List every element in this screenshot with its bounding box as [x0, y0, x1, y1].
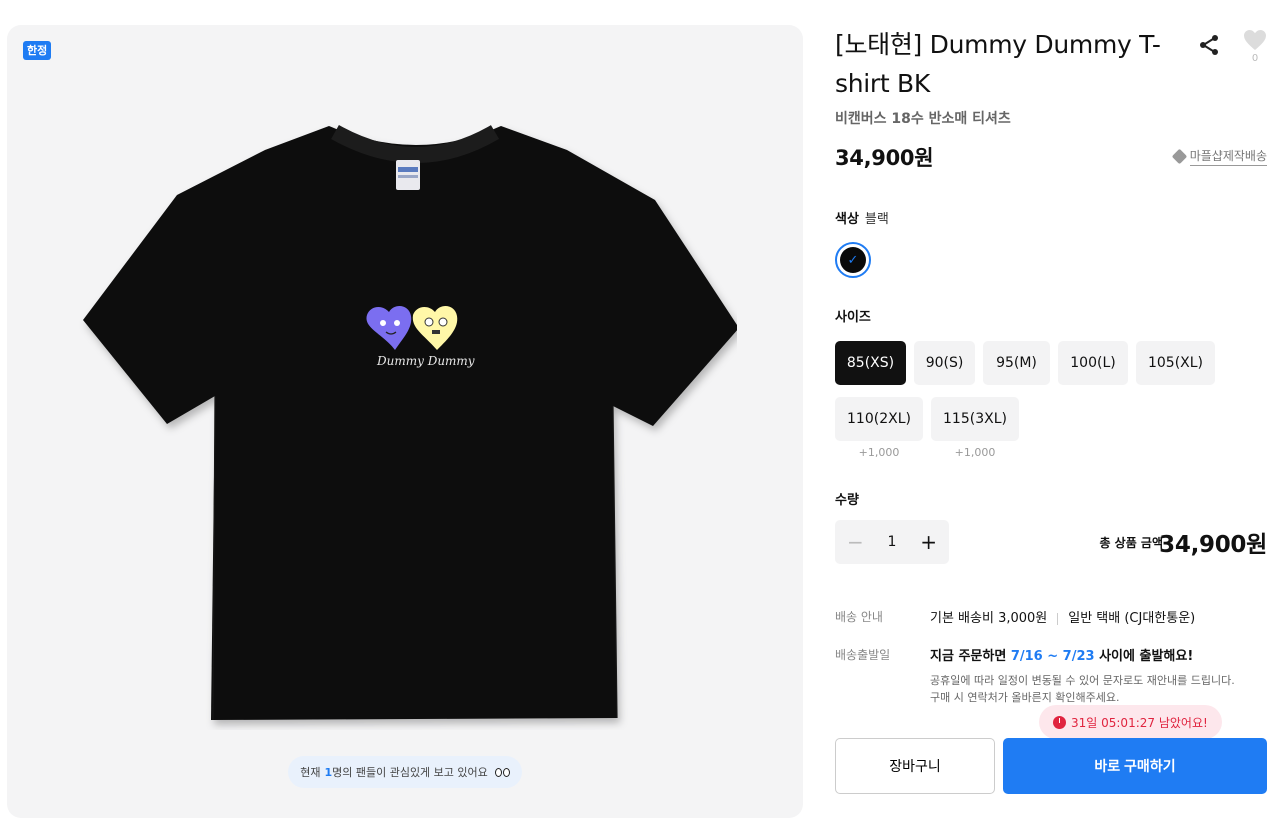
quantity-value[interactable]: 1 — [888, 534, 897, 550]
viewers-suffix: 명의 팬들이 관심있게 보고 있어요 — [332, 766, 488, 779]
total-label: 총 상품 금액 — [1099, 536, 1163, 550]
minus-icon[interactable]: − — [847, 530, 864, 554]
size-button-100l[interactable]: 100(L) — [1058, 341, 1128, 385]
product-title: [노태현] Dummy Dummy T-shirt BK — [835, 30, 1161, 98]
print-text: Dummy Dummy — [377, 354, 475, 368]
share-icon[interactable] — [1197, 33, 1221, 57]
limited-badge: 한정 — [23, 41, 52, 60]
made-to-order-link[interactable]: 마플샵제작배송 — [1171, 147, 1267, 166]
viewers-count: 1 — [324, 765, 333, 779]
size-surcharge-115: +1,000 — [954, 446, 996, 459]
countdown-text: 31일 05:01:27 남았어요! — [1071, 715, 1208, 730]
shipping-note-1: 공휴일에 따라 일정이 변동될 수 있어 문자로도 재안내를 드립니다. — [930, 674, 1235, 687]
product-image: Dummy Dummy — [77, 120, 739, 730]
color-option-label: 색상 블랙 — [835, 208, 889, 227]
product-page: 한정 Dummy Dummy 현재 1 명의 팬들이 관심있게 보고 있어요 [… — [0, 0, 1274, 818]
color-value: 블랙 — [864, 212, 889, 227]
like-count: 0 — [1251, 53, 1259, 64]
color-label: 색상 — [835, 212, 859, 227]
tshirt-image — [83, 124, 739, 721]
size-button-85xs[interactable]: 85(XS) — [835, 341, 906, 385]
dispatch-suffix: 사이에 출발해요! — [1099, 649, 1194, 664]
total-price: 34,900원 — [1159, 532, 1267, 558]
size-surcharge-110: +1,000 — [858, 446, 900, 459]
buy-now-button[interactable]: 바로 구매하기 — [1003, 738, 1267, 794]
dispatch-prefix: 지금 주문하면 — [930, 649, 1007, 664]
size-button-110-2xl[interactable]: 110(2XL) — [835, 397, 923, 441]
color-swatch-black[interactable]: ✓ — [835, 242, 871, 278]
quantity-label: 수량 — [835, 493, 859, 508]
dispatch-date-label: 배송출발일 — [835, 648, 891, 662]
dispatch-dates: 7/16 ~ 7/23 — [1010, 649, 1095, 664]
size-button-95m[interactable]: 95(M) — [983, 341, 1050, 385]
product-price: 34,900원 — [835, 146, 934, 170]
shipping-info-value: 기본 배송비 3,000원 일반 택배 (CJ대한통운) — [930, 607, 1195, 626]
quantity-stepper: − 1 + — [835, 520, 949, 564]
viewers-prefix: 현재 — [300, 766, 321, 779]
viewer-count-banner: 현재 1 명의 팬들이 관심있게 보고 있어요 — [288, 756, 522, 788]
countdown-tooltip: 31일 05:01:27 남았어요! — [1039, 705, 1222, 745]
size-button-90s[interactable]: 90(S) — [914, 341, 975, 385]
shipping-note-2: 구매 시 연락처가 올바른지 확인해주세요. — [930, 691, 1120, 704]
made-to-order-label: 마플샵제작배송 — [1189, 147, 1267, 166]
heart-icon — [1244, 30, 1266, 50]
shipping-info-label: 배송 안내 — [835, 610, 883, 624]
eyes-icon — [494, 767, 510, 777]
like-button[interactable]: 0 — [1242, 29, 1268, 64]
box-icon — [1171, 148, 1187, 165]
shipping-note: 공휴일에 따라 일정이 변동될 수 있어 문자로도 재안내를 드립니다. 구매 … — [930, 672, 1235, 706]
size-button-115-3xl[interactable]: 115(3XL) — [931, 397, 1019, 441]
check-icon: ✓ — [847, 252, 859, 268]
clock-icon — [1053, 715, 1066, 729]
size-option-label: 사이즈 — [835, 310, 871, 325]
product-subtitle: 비캔버스 18수 반소매 티셔츠 — [835, 111, 1011, 127]
add-to-cart-button[interactable]: 장바구니 — [835, 738, 995, 794]
base-shipping-fee: 기본 배송비 3,000원 — [930, 611, 1048, 626]
carrier: 일반 택배 (CJ대한통운) — [1068, 611, 1196, 626]
product-image-gallery[interactable]: 한정 Dummy Dummy 현재 1 명의 팬들이 관심있게 보고 있어요 — [7, 25, 803, 818]
dispatch-date-value: 지금 주문하면 7/16 ~ 7/23 사이에 출발해요! — [930, 645, 1193, 664]
size-button-105xl[interactable]: 105(XL) — [1136, 341, 1215, 385]
plus-icon[interactable]: + — [920, 530, 937, 554]
